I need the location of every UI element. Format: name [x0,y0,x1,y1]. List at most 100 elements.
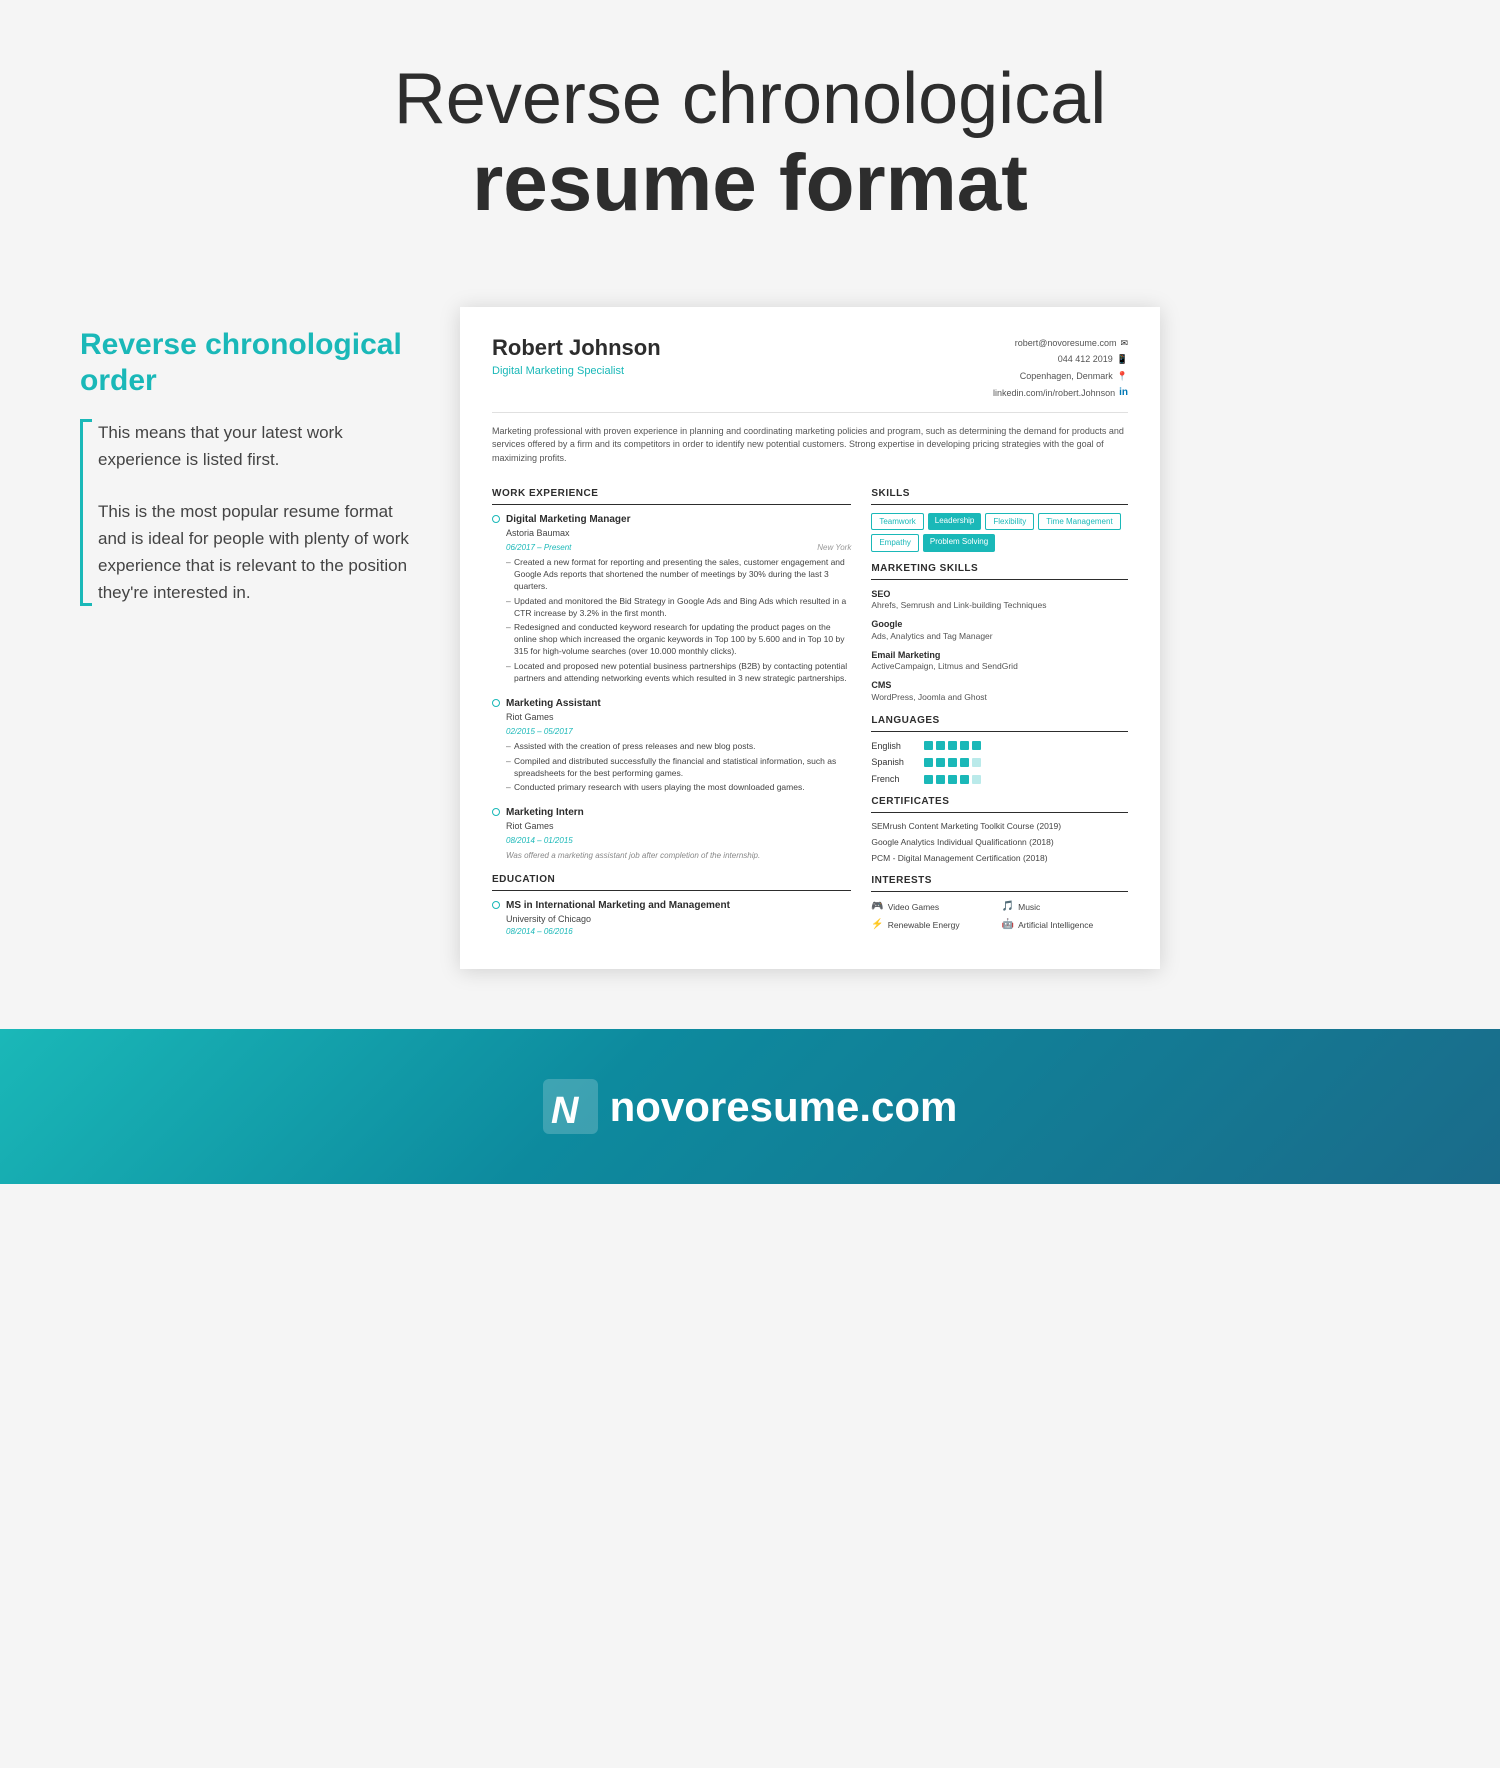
job-dot-2 [492,699,500,707]
resume-paper: Robert Johnson Digital Marketing Special… [460,307,1160,969]
lang-english-dots [924,741,981,750]
education-header: EDUCATION [492,873,851,891]
resume-left-col: WORK EXPERIENCE Digital Marketing Manage… [492,477,851,937]
edu-dates-1: 08/2014 – 06/2016 [506,926,851,937]
contact-linkedin: linkedin.com/in/robert.Johnson in [993,384,1128,402]
cert-1: SEMrush Content Marketing Toolkit Course… [871,821,1128,832]
job-meta-3: 08/2014 – 01/2015 [506,835,851,846]
footer-logo: N novoresume.com [543,1079,958,1134]
header-title-light: Reverse chronological [40,60,1460,139]
resume-contact: robert@novoresume.com ✉ 044 412 2019 📱 C… [993,335,1128,402]
lang-english: English [871,740,1128,753]
phone-icon: 📱 [1117,351,1128,367]
interest-renewable: ⚡ Renewable Energy [871,918,997,932]
resume-name: Robert Johnson [492,335,661,361]
job-dot-3 [492,808,500,816]
marketing-skills-header: MARKETING SKILLS [871,562,1128,580]
bullet-2-2: Compiled and distributed successfully th… [506,756,851,780]
lang-french: French [871,773,1128,786]
footer-section: N novoresume.com [0,1029,1500,1184]
job-bullets-1: Created a new format for reporting and p… [506,557,851,685]
languages-header: LANGUAGES [871,714,1128,732]
bullet-1-4: Located and proposed new potential busin… [506,661,851,685]
job-entry-3: Marketing Intern Riot Games 08/2014 – 01… [492,806,851,861]
bullet-1-3: Redesigned and conducted keyword researc… [506,622,851,658]
skill-problem-solving: Problem Solving [923,534,995,551]
skill-empathy: Empathy [871,534,919,551]
left-panel-text-1: This means that your latest work experie… [98,419,420,473]
job-dates-1: 06/2017 – Present [506,542,571,553]
edu-degree-1: MS in International Marketing and Manage… [506,899,851,913]
resume-job-title: Digital Marketing Specialist [492,364,661,379]
lang-french-dots [924,775,981,784]
linkedin-icon: in [1119,384,1128,402]
marketing-skill-cms: CMS WordPress, Joomla and Ghost [871,679,1128,703]
cert-3: PCM - Digital Management Certification (… [871,853,1128,864]
music-icon: 🎵 [1002,900,1014,914]
cert-2: Google Analytics Individual Qualificatio… [871,837,1128,848]
left-panel-text-2: This is the most popular resume format a… [98,498,420,607]
bullet-2-3: Conducted primary research with users pl… [506,782,851,794]
resume-name-block: Robert Johnson Digital Marketing Special… [492,335,661,379]
lang-spanish: Spanish [871,756,1128,769]
certificates-header: CERTIFICATES [871,795,1128,813]
job-title-3: Marketing Intern [506,806,851,820]
skill-time-mgmt: Time Management [1038,513,1120,530]
contact-phone: 044 412 2019 📱 [993,351,1128,367]
contact-location: Copenhagen, Denmark 📍 [993,368,1128,384]
resume-header: Robert Johnson Digital Marketing Special… [492,335,1128,413]
job-bullets-2: Assisted with the creation of press rele… [506,741,851,795]
contact-email: robert@novoresume.com ✉ [993,335,1128,351]
main-content: Reverse chronological order This means t… [0,267,1500,1009]
resume-summary: Marketing professional with proven exper… [492,425,1128,466]
job-title-2: Marketing Assistant [506,697,851,711]
svg-text:N: N [551,1090,580,1132]
job-company-2: Riot Games [506,711,851,724]
bracket-wrapper: This means that your latest work experie… [80,419,420,630]
edu-school-1: University of Chicago [506,913,851,926]
job-dates-2: 02/2015 – 05/2017 [506,726,573,737]
left-panel: Reverse chronological order This means t… [80,307,420,630]
job-title-1: Digital Marketing Manager [506,513,851,527]
bullet-1-1: Created a new format for reporting and p… [506,557,851,593]
job-dot-1 [492,515,500,523]
ai-icon: 🤖 [1002,918,1014,932]
footer-brand: novoresume.com [610,1083,958,1131]
marketing-skill-seo: SEO Ahrefs, Semrush and Link-building Te… [871,588,1128,612]
resume-columns: WORK EXPERIENCE Digital Marketing Manage… [492,477,1128,937]
job-note-3: Was offered a marketing assistant job af… [506,850,851,861]
email-icon: ✉ [1120,335,1128,351]
job-location-1: New York [817,542,851,553]
novoresume-n-logo: N [543,1079,598,1134]
interests-grid: 🎮 Video Games 🎵 Music ⚡ Renewable Energy… [871,900,1128,932]
skill-flexibility: Flexibility [985,513,1034,530]
bullet-2-1: Assisted with the creation of press rele… [506,741,851,753]
job-dates-3: 08/2014 – 01/2015 [506,835,573,846]
interests-header: INTERESTS [871,874,1128,892]
job-meta-2: 02/2015 – 05/2017 [506,726,851,737]
renewable-icon: ⚡ [871,918,883,932]
left-panel-title: Reverse chronological order [80,327,420,399]
marketing-skill-google: Google Ads, Analytics and Tag Manager [871,618,1128,642]
videogames-icon: 🎮 [871,900,883,914]
skills-tags: Teamwork Leadership Flexibility Time Man… [871,513,1128,551]
location-icon: 📍 [1117,368,1128,384]
interest-ai: 🤖 Artificial Intelligence [1002,918,1128,932]
job-entry-1: Digital Marketing Manager Astoria Baumax… [492,513,851,685]
header-section: Reverse chronological resume format [0,0,1500,267]
job-company-1: Astoria Baumax [506,527,851,540]
resume-right-col: SKILLS Teamwork Leadership Flexibility T… [871,477,1128,937]
edu-entry-1: MS in International Marketing and Manage… [492,899,851,937]
skill-leadership: Leadership [928,513,982,530]
interest-music: 🎵 Music [1002,900,1128,914]
skill-teamwork: Teamwork [871,513,923,530]
edu-dot-1 [492,901,500,909]
job-company-3: Riot Games [506,820,851,833]
lang-spanish-dots [924,758,981,767]
skills-header: SKILLS [871,487,1128,505]
job-entry-2: Marketing Assistant Riot Games 02/2015 –… [492,697,851,794]
job-meta-1: 06/2017 – Present New York [506,542,851,553]
bullet-1-2: Updated and monitored the Bid Strategy i… [506,596,851,620]
work-experience-header: WORK EXPERIENCE [492,487,851,505]
header-title-bold: resume format [40,139,1460,227]
